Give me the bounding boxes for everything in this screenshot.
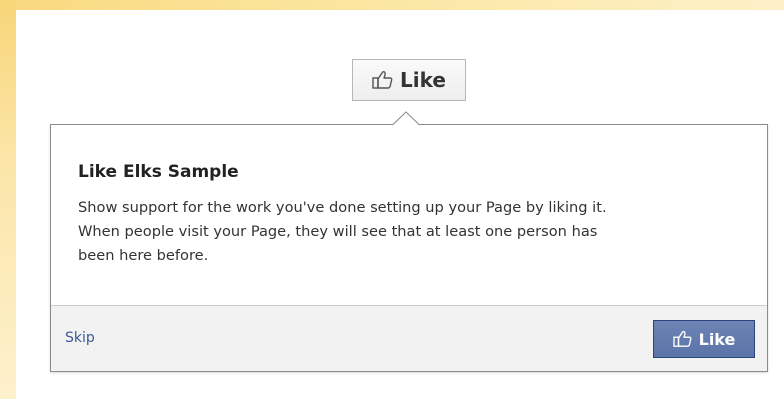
thumbs-up-icon bbox=[372, 70, 394, 90]
dialog-message-line: been here before. bbox=[78, 247, 209, 264]
dialog-pointer-arrow bbox=[392, 111, 420, 125]
background-left-edge bbox=[0, 0, 16, 399]
confirm-like-label: Like bbox=[698, 329, 736, 349]
thumbs-up-icon bbox=[672, 330, 693, 348]
dialog-body: Like Elks Sample Show support for the wo… bbox=[51, 125, 767, 305]
background-top-edge bbox=[0, 0, 784, 10]
confirm-like-button[interactable]: Like bbox=[653, 320, 755, 358]
like-button-label: Like bbox=[400, 68, 446, 92]
like-button[interactable]: Like bbox=[352, 59, 466, 101]
dialog-message: Show support for the work you've done se… bbox=[78, 196, 750, 268]
dialog-footer: Skip Like bbox=[51, 305, 767, 371]
dialog-title: Like Elks Sample bbox=[78, 162, 239, 182]
skip-link[interactable]: Skip bbox=[65, 330, 95, 346]
like-page-dialog: Like Elks Sample Show support for the wo… bbox=[50, 111, 768, 372]
dialog-message-line: When people visit your Page, they will s… bbox=[78, 223, 598, 240]
dialog-message-line: Show support for the work you've done se… bbox=[78, 199, 607, 216]
